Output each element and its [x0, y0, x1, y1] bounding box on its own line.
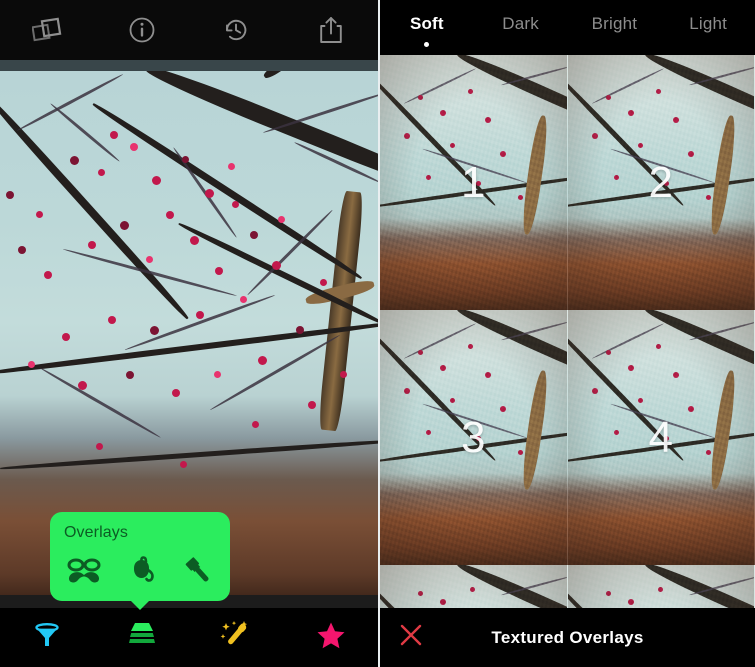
overlays-popover[interactable]: Overlays: [50, 512, 230, 610]
overlay-panel-bottom-bar: Textured Overlays: [380, 608, 755, 667]
photos-stack-icon: [32, 17, 62, 43]
popover-arrow: [130, 600, 150, 610]
overlays-button[interactable]: [95, 608, 190, 667]
photos-stack-button[interactable]: [0, 0, 95, 60]
magic-enhance-button[interactable]: [189, 608, 284, 667]
overlay-thumbnail[interactable]: 1: [380, 55, 568, 310]
share-icon: [318, 15, 344, 45]
history-icon: [222, 16, 250, 44]
overlay-panel-title: Textured Overlays: [491, 627, 644, 647]
info-button[interactable]: [95, 0, 190, 60]
top-toolbar: [0, 0, 378, 60]
disguise-glasses-mustache-button[interactable]: [66, 556, 102, 586]
overlay-thumbnail[interactable]: [567, 565, 755, 608]
favorites-button[interactable]: [284, 608, 379, 667]
category-tabs: Soft Dark Bright Light: [380, 0, 755, 55]
lamp-button[interactable]: [126, 555, 158, 587]
disguise-glasses-mustache-icon: [66, 558, 102, 590]
tab-dark[interactable]: Dark: [474, 0, 568, 55]
close-x-icon: [399, 623, 423, 652]
share-button[interactable]: [284, 0, 379, 60]
editor-panel: Overlays: [0, 0, 378, 667]
overlays-layers-icon: [125, 621, 159, 654]
overlay-thumbnail[interactable]: 2: [567, 55, 755, 310]
overlays-popover-title: Overlays: [64, 524, 128, 541]
tab-active-dot: [424, 42, 430, 47]
photo-letterbox-top: [0, 60, 378, 71]
overlays-popover-icons: [64, 555, 216, 587]
flashlight-icon: [182, 557, 214, 590]
filters-funnel-icon: [32, 620, 62, 655]
tab-bright-label: Bright: [591, 14, 638, 33]
bottom-toolbar: [0, 608, 378, 667]
overlay-thumbnail[interactable]: [380, 565, 568, 608]
favorites-star-icon: [316, 621, 346, 655]
overlay-thumbnail-grid: 1 2 3 4: [380, 55, 755, 608]
tab-soft[interactable]: Soft: [380, 0, 474, 55]
overlay-thumbnail[interactable]: 4: [567, 310, 755, 565]
lamp-icon: [126, 556, 158, 591]
tab-light[interactable]: Light: [661, 0, 755, 55]
history-button[interactable]: [189, 0, 284, 60]
filters-button[interactable]: [0, 608, 95, 667]
info-icon: [128, 16, 156, 44]
overlay-thumbnail[interactable]: 3: [380, 310, 568, 565]
tab-dark-label: Dark: [502, 14, 539, 33]
magic-wand-icon: [219, 619, 253, 656]
close-overlays-button[interactable]: [380, 608, 442, 667]
tab-light-label: Light: [689, 14, 728, 33]
flashlight-button[interactable]: [182, 556, 214, 586]
overlay-browser-panel: Soft Dark Bright Light 1 2 3 4 Textured …: [380, 0, 755, 667]
tab-soft-label: Soft: [409, 14, 444, 33]
tab-bright[interactable]: Bright: [568, 0, 662, 55]
